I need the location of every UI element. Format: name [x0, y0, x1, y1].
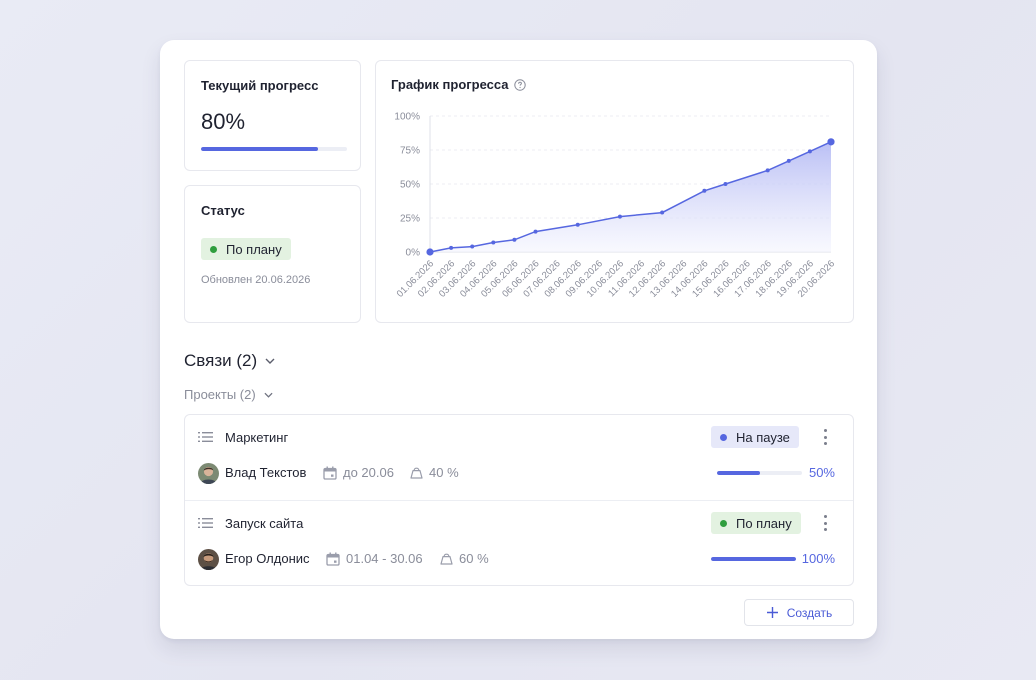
- status-dot-icon: [210, 245, 217, 253]
- calendar-icon: [323, 466, 337, 480]
- chevron-down-icon: [265, 358, 275, 364]
- projects-title: Проекты (2): [184, 387, 256, 402]
- chart-point[interactable]: [617, 214, 622, 219]
- chart-point[interactable]: [786, 158, 791, 163]
- kebab-menu-icon[interactable]: [821, 515, 829, 531]
- current-progress-bar: [201, 147, 347, 151]
- calendar-icon: [326, 552, 340, 566]
- project-progress-percent: 100%: [801, 551, 835, 566]
- chart-point[interactable]: [807, 149, 812, 154]
- current-progress-panel: Текущий прогресс 80%: [184, 60, 361, 171]
- project-status-label: На паузе: [736, 429, 790, 445]
- project-status-label: По плану: [736, 515, 792, 531]
- chart-y-tick-label: 50%: [400, 180, 420, 191]
- help-icon[interactable]: [513, 78, 526, 91]
- project-progress-bar-fill: [711, 557, 796, 561]
- create-button[interactable]: Создать: [744, 599, 854, 626]
- chart-point[interactable]: [660, 210, 665, 215]
- project-weight: 60 %: [440, 551, 489, 566]
- list-icon: [198, 516, 214, 535]
- weight-icon: [410, 467, 423, 479]
- chart-title: График прогресса: [391, 77, 526, 92]
- assignee-name[interactable]: Влад Текстов: [225, 465, 306, 480]
- status-updated: Обновлен 20.06.2026: [201, 274, 311, 286]
- list-icon: [198, 430, 214, 449]
- chart-point[interactable]: [533, 229, 538, 234]
- current-progress-value: 80%: [201, 109, 246, 134]
- chart-point[interactable]: [449, 245, 454, 250]
- project-title[interactable]: Запуск сайта: [225, 516, 303, 531]
- status-dot-icon: [720, 433, 727, 441]
- status-title: Статус: [201, 203, 245, 218]
- links-title: Связи (2): [184, 351, 258, 370]
- chart-point[interactable]: [512, 237, 517, 242]
- project-progress-percent: 50%: [808, 465, 835, 480]
- status-dot-icon: [720, 519, 727, 527]
- chart-point[interactable]: [491, 240, 496, 245]
- current-progress-bar-fill: [201, 147, 318, 151]
- widget-card: Текущий прогресс 80% Статус По плану Обн…: [160, 40, 877, 639]
- project-weight: 40 %: [410, 465, 459, 480]
- current-progress-title: Текущий прогресс: [201, 78, 319, 93]
- project-progress-bar: [717, 471, 802, 475]
- chart-point[interactable]: [702, 188, 707, 193]
- kebab-menu-icon[interactable]: [821, 429, 829, 445]
- avatar: [198, 463, 219, 484]
- create-button-label: Создать: [786, 605, 833, 620]
- project-row-marketing[interactable]: Маркетинг На паузе Влад Текстов до 20.06…: [185, 415, 853, 500]
- chart-y-tick-label: 0%: [406, 248, 421, 259]
- projects-section-toggle[interactable]: Проекты (2): [184, 387, 273, 402]
- weight-icon: [440, 553, 453, 565]
- project-date-range: 01.04 - 30.06: [326, 551, 423, 566]
- project-title[interactable]: Маркетинг: [225, 430, 288, 445]
- chart-point[interactable]: [827, 138, 835, 146]
- chart-point[interactable]: [470, 244, 475, 249]
- chart-y-tick-label: 75%: [400, 146, 420, 157]
- links-section-toggle[interactable]: Связи (2): [184, 351, 275, 371]
- chart-point[interactable]: [765, 168, 770, 173]
- chart-point[interactable]: [575, 222, 580, 227]
- status-panel: Статус По плану Обновлен 20.06.2026: [184, 185, 361, 323]
- chart-point[interactable]: [426, 248, 434, 256]
- chart-y-tick-label: 25%: [400, 214, 420, 225]
- progress-chart-panel: 0% 25% 50% 75% 100% 01.06.2026 02.06.2026 03.0…: [375, 60, 854, 323]
- status-badge[interactable]: По плану: [201, 238, 291, 260]
- project-status-badge[interactable]: На паузе: [711, 426, 799, 448]
- project-progress-bar-fill: [717, 471, 760, 475]
- chart-y-tick-label: 100%: [394, 112, 420, 123]
- chart-area-fill: [430, 141, 831, 252]
- weight-label: 60 %: [459, 551, 489, 566]
- chevron-down-icon: [264, 392, 273, 398]
- chart-point[interactable]: [723, 182, 728, 186]
- plus-icon: [766, 607, 778, 618]
- status-badge-label: По плану: [226, 241, 282, 257]
- project-status-badge[interactable]: По плану: [711, 512, 801, 534]
- project-due-date: до 20.06: [323, 465, 394, 480]
- projects-list: Маркетинг На паузе Влад Текстов до 20.06…: [184, 414, 854, 586]
- due-date-label: до 20.06: [343, 465, 394, 480]
- avatar: [198, 549, 219, 570]
- project-row-site-launch[interactable]: Запуск сайта По плану Егор Олдонис 01.04…: [185, 500, 853, 585]
- progress-chart: 0%25%50%75%100% 01.06.202602.06.202603.0…: [394, 112, 837, 300]
- assignee-name[interactable]: Егор Олдонис: [225, 551, 310, 566]
- weight-label: 40 %: [429, 465, 459, 480]
- project-progress-bar: [711, 557, 796, 561]
- date-range-label: 01.04 - 30.06: [346, 551, 423, 566]
- chart-title-label: График прогресса: [391, 77, 509, 92]
